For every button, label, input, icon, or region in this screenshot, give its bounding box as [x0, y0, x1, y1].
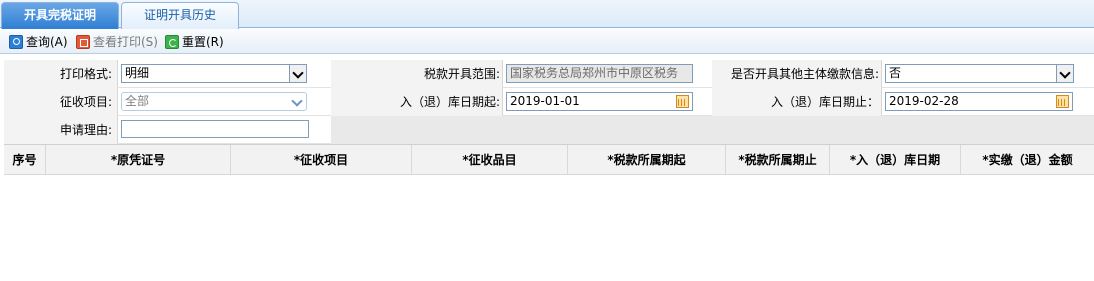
form-row-1: 打印格式: 明细 税款开具范围: 国家税务总局郑州市中原区税务 是否开具其他主体…	[4, 60, 1094, 88]
column-header-period-start[interactable]: *税款所属期起	[568, 145, 726, 175]
column-header-storage-date[interactable]: *入（退）库日期	[830, 145, 961, 175]
levy-item-value: 全部	[125, 94, 150, 108]
query-form: 打印格式: 明细 税款开具范围: 国家税务总局郑州市中原区税务 是否开具其他主体…	[4, 60, 1094, 144]
tab-bar: 开具完税证明 证明开具历史	[0, 0, 1094, 29]
column-header-levy-item[interactable]: *征收项目	[231, 145, 412, 175]
dropdown-arrow-icon[interactable]	[289, 93, 306, 110]
other-payer-cell: 否	[881, 60, 1094, 88]
reason-label: 申请理由:	[59, 123, 112, 137]
print-format-cell: 明细	[117, 60, 331, 88]
tax-scope-field: 国家税务总局郑州市中原区税务	[506, 64, 693, 83]
tab-issue-certificate[interactable]: 开具完税证明	[1, 2, 119, 29]
result-grid: 序号 *原凭证号 *征收项目 *征收品目 *税款所属期起 *税款所属期止 *入（…	[4, 144, 1094, 281]
tab-certificate-history[interactable]: 证明开具历史	[121, 2, 239, 29]
grid-header: 序号 *原凭证号 *征收项目 *征收品目 *税款所属期起 *税款所属期止 *入（…	[4, 145, 1094, 175]
tax-scope-cell: 国家税务总局郑州市中原区税务	[502, 60, 712, 88]
reset-icon	[165, 34, 179, 49]
view-print-button[interactable]: 查看打印(S)	[76, 33, 158, 50]
toolbar: 查询(A) 查看打印(S) 重置(R)	[0, 29, 1094, 54]
tax-scope-label: 税款开具范围:	[423, 67, 500, 81]
date-end-field[interactable]: 2019-02-28	[885, 92, 1073, 111]
dropdown-arrow-icon[interactable]	[1056, 65, 1073, 82]
date-start-label: 入（退）库日期起:	[399, 95, 500, 109]
column-header-paid-amount[interactable]: *实缴（退）金额	[961, 145, 1094, 175]
column-header-period-end[interactable]: *税款所属期止	[726, 145, 830, 175]
view-print-button-label: 查看打印(S)	[93, 35, 158, 49]
other-payer-value: 否	[889, 66, 902, 80]
column-header-index[interactable]: 序号	[4, 145, 46, 175]
date-end-value: 2019-02-28	[889, 94, 959, 108]
reset-button-label: 重置(R)	[182, 35, 224, 49]
levy-item-select[interactable]: 全部	[121, 92, 307, 111]
query-button-label: 查询(A)	[26, 35, 68, 49]
search-icon	[9, 34, 23, 49]
calendar-icon[interactable]	[1056, 95, 1069, 108]
date-start-cell: 2019-01-01	[502, 88, 712, 116]
print-icon	[76, 34, 90, 49]
date-start-field[interactable]: 2019-01-01	[506, 92, 693, 111]
levy-item-cell: 全部	[117, 88, 331, 116]
reset-button[interactable]: 重置(R)	[165, 33, 224, 50]
date-end-label: 入（退）库日期止：	[770, 95, 879, 109]
print-format-label: 打印格式:	[59, 67, 112, 81]
calendar-icon[interactable]	[676, 95, 689, 108]
print-format-value: 明细	[125, 66, 150, 80]
form-empty-area	[331, 116, 1094, 144]
query-button[interactable]: 查询(A)	[9, 33, 68, 50]
other-payer-select[interactable]: 否	[885, 64, 1074, 83]
print-format-select[interactable]: 明细	[121, 64, 307, 83]
other-payer-label: 是否开具其他主体缴款信息:	[730, 67, 879, 81]
form-row-2: 征收项目: 全部 入（退）库日期起: 2019-01-01 入（退）库日期止： …	[4, 88, 1094, 116]
reason-cell	[117, 116, 331, 144]
reason-input[interactable]	[121, 120, 309, 138]
column-header-voucher-no[interactable]: *原凭证号	[46, 145, 231, 175]
levy-item-label: 征收项目:	[59, 95, 112, 109]
date-start-value: 2019-01-01	[510, 94, 580, 108]
dropdown-arrow-icon[interactable]	[289, 65, 306, 82]
date-end-cell: 2019-02-28	[881, 88, 1094, 116]
column-header-levy-category[interactable]: *征收品目	[412, 145, 568, 175]
